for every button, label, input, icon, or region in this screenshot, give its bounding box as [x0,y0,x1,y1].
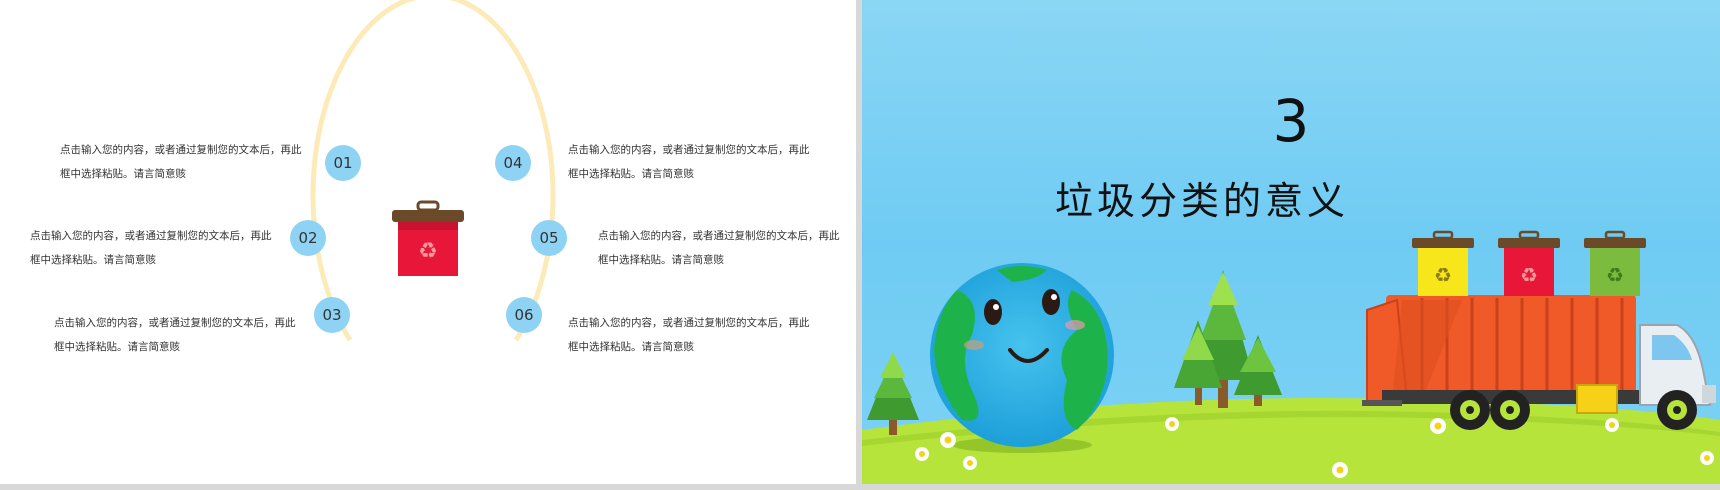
trees-center [1174,270,1282,408]
yellow-recycle-bin-icon: ♻ [1412,230,1474,296]
svg-text:♻: ♻ [1606,263,1624,287]
slide-right[interactable]: ♻ ♻ ♻ 3 垃圾分类的意义 [862,0,1720,484]
item-text-line: 框中选择粘贴。请言简意赅 [60,168,186,180]
section-number: 3 [1272,87,1310,155]
section-title: 垃圾分类的意义 [1054,179,1349,223]
item-number-02: 02 [290,220,326,256]
green-recycle-bin-icon: ♻ [1584,230,1646,296]
item-text-line: 框中选择粘贴。请言简意赅 [598,254,724,266]
item-text-05[interactable]: 点击输入您的内容，或者通过复制您的文本后，再此 框中选择粘贴。请言简意赅 [598,224,843,272]
item-text-line: 框中选择粘贴。请言简意赅 [568,168,694,180]
item-text-line: 点击输入您的内容，或者通过复制您的文本后，再此 [54,317,296,329]
tree-left [867,352,919,435]
item-number-01: 01 [325,145,361,181]
item-text-line: 点击输入您的内容，或者通过复制您的文本后，再此 [568,317,810,329]
item-text-01[interactable]: 点击输入您的内容，或者通过复制您的文本后，再此 框中选择粘贴。请言简意赅 [60,138,305,186]
item-text-line: 点击输入您的内容，或者通过复制您的文本后，再此 [568,144,810,156]
svg-text:♻: ♻ [418,239,438,264]
item-number-04: 04 [495,145,531,181]
item-text-line: 点击输入您的内容，或者通过复制您的文本后，再此 [598,230,840,242]
scene-illustration: ♻ ♻ ♻ [862,230,1720,484]
svg-text:♻: ♻ [1434,263,1452,287]
svg-text:♻: ♻ [1520,263,1538,287]
item-number-06: 06 [506,297,542,333]
item-text-line: 框中选择粘贴。请言简意赅 [30,254,156,266]
item-text-line: 框中选择粘贴。请言简意赅 [54,341,180,353]
item-text-03[interactable]: 点击输入您的内容，或者通过复制您的文本后，再此 框中选择粘贴。请言简意赅 [54,311,299,359]
slide-left[interactable]: ♻ 01 02 03 04 05 06 点击输入您的内容，或者通过复制您的文本后… [0,0,856,484]
item-number-03: 03 [314,297,350,333]
red-recycle-bin-icon: ♻ [1498,230,1560,296]
item-text-02[interactable]: 点击输入您的内容，或者通过复制您的文本后，再此 框中选择粘贴。请言简意赅 [30,224,275,272]
item-number-05: 05 [531,220,567,256]
item-text-line: 点击输入您的内容，或者通过复制您的文本后，再此 [30,230,272,242]
item-text-line: 点击输入您的内容，或者通过复制您的文本后，再此 [60,144,302,156]
item-text-04[interactable]: 点击输入您的内容，或者通过复制您的文本后，再此 框中选择粘贴。请言简意赅 [568,138,813,186]
item-text-line: 框中选择粘贴。请言简意赅 [568,341,694,353]
bottom-divider [0,484,1720,490]
item-text-06[interactable]: 点击输入您的内容，或者通过复制您的文本后，再此 框中选择粘贴。请言简意赅 [568,311,813,359]
red-trash-bin-icon: ♻ [392,200,464,276]
